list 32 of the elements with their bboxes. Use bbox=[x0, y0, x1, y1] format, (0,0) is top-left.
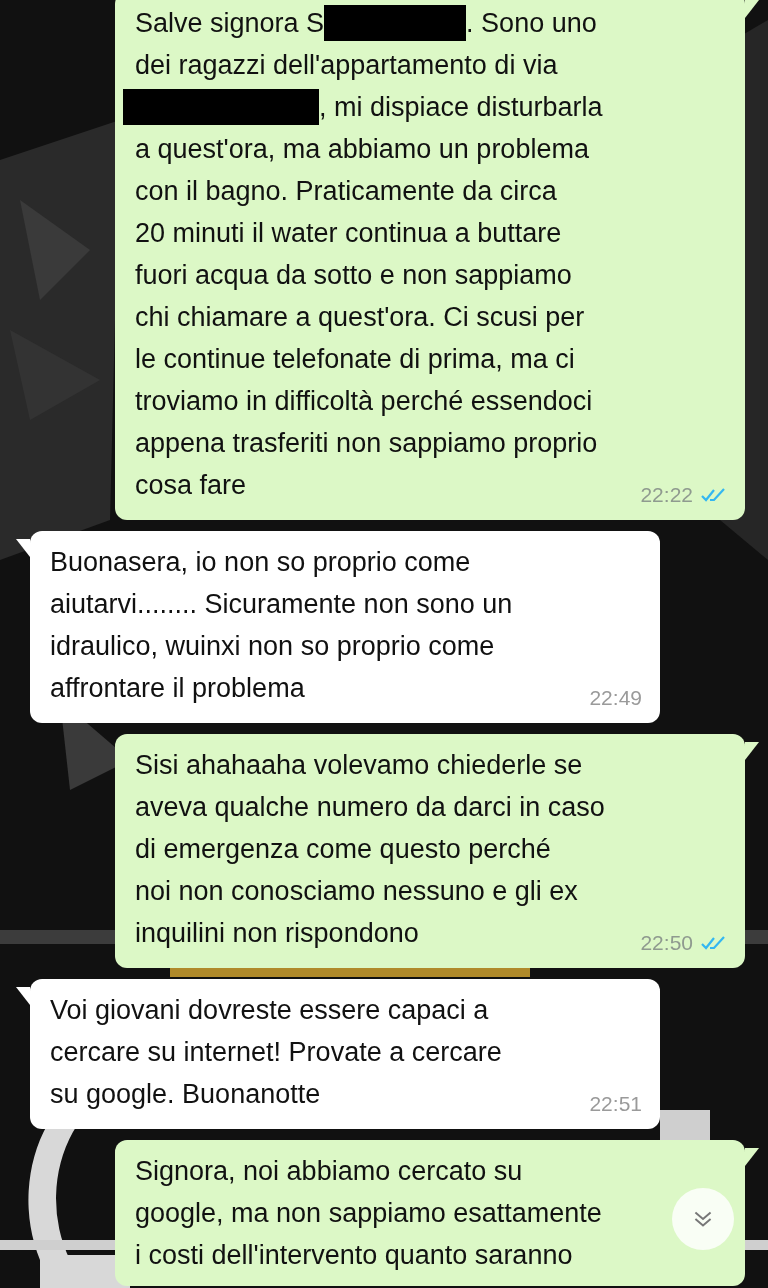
message-text: cosa fare bbox=[135, 469, 247, 502]
message-text: , mi dispiace disturbarla bbox=[319, 91, 603, 124]
message-text: aveva qualche numero da darci in caso bbox=[135, 791, 605, 824]
message-text: 20 minuti il water continua a buttare bbox=[135, 217, 562, 250]
message-text: su google. Buonanotte bbox=[50, 1078, 321, 1111]
message-text: fuori acqua da sotto e non sappiamo bbox=[135, 259, 572, 292]
message-text: a quest'ora, ma abbiamo un problema bbox=[135, 133, 589, 166]
message-text: aiutarvi........ Sicuramente non sono un bbox=[50, 588, 513, 621]
message-text: . Sono uno bbox=[466, 7, 597, 40]
message-text: affrontare il problema bbox=[50, 672, 305, 705]
message-time: 22:49 bbox=[589, 686, 642, 710]
message-text: Buonasera, io non so proprio come bbox=[50, 546, 471, 579]
message-time: 22:50 bbox=[640, 931, 693, 955]
message-text: chi chiamare a quest'ora. Ci scusi per bbox=[135, 301, 585, 334]
message-text: cercare su internet! Provate a cercare bbox=[50, 1036, 502, 1069]
message-text: idraulico, wuinxi non so proprio come bbox=[50, 630, 495, 663]
message-text: Signora, noi abbiamo cercato su bbox=[135, 1155, 523, 1188]
message-text: troviamo in difficoltà perché essendoci bbox=[135, 385, 593, 418]
message-text: con il bagno. Praticamente da circa bbox=[135, 175, 557, 208]
message-text: Salve signora S bbox=[135, 7, 325, 40]
message-text: google, ma non sappiamo esattamente bbox=[135, 1197, 602, 1230]
message-text: dei ragazzi dell'appartamento di via bbox=[135, 49, 558, 82]
message-text: i costi dell'intervento quanto saranno bbox=[135, 1239, 573, 1272]
message-time: 22:51 bbox=[589, 1092, 642, 1116]
message-text: noi non conosciamo nessuno e gli ex bbox=[135, 875, 578, 908]
message-text: Voi giovani dovreste essere capaci a bbox=[50, 994, 489, 1027]
message-text: le continue telefonate di prima, ma ci bbox=[135, 343, 575, 376]
message-time: 22:22 bbox=[640, 483, 693, 507]
message-text: Sisi ahahaaha volevamo chiederle se bbox=[135, 749, 583, 782]
message-text: inquilini non rispondono bbox=[135, 917, 419, 950]
message-text: di emergenza come questo perché bbox=[135, 833, 551, 866]
message-text: appena trasferiti non sappiamo proprio bbox=[135, 427, 598, 460]
